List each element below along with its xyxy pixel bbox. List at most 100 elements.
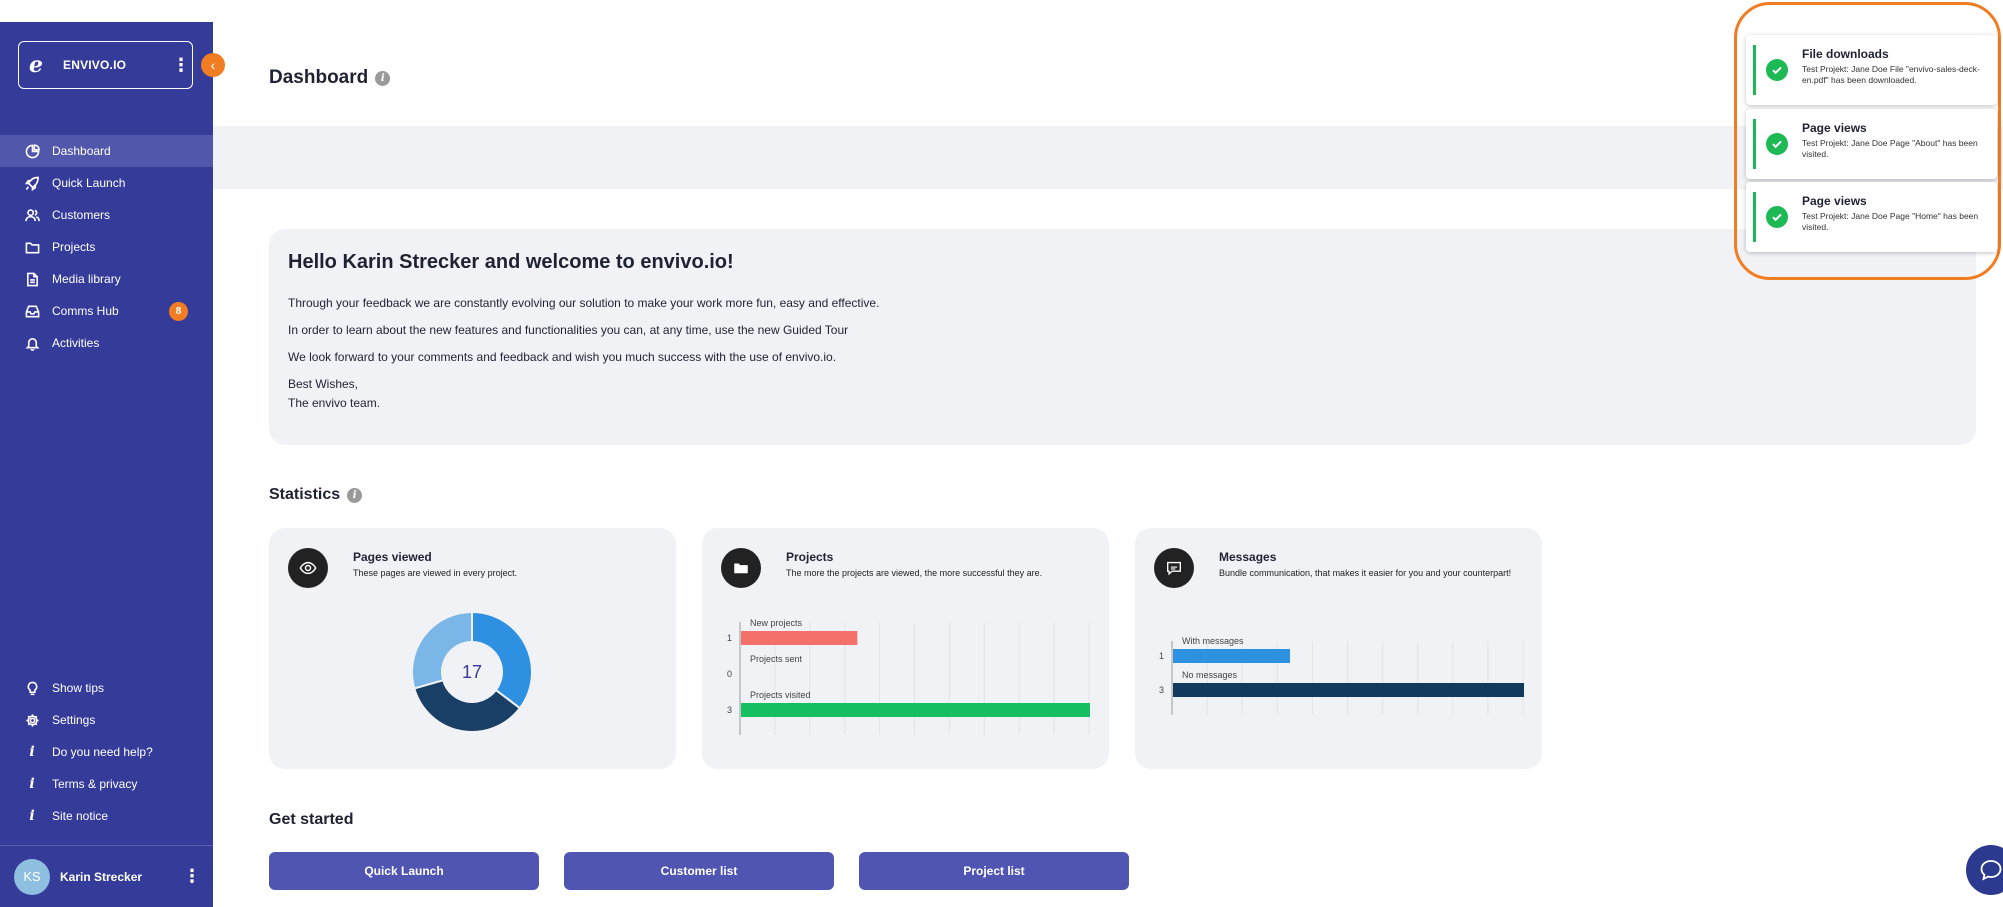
sidebar-item-label: Dashboard — [52, 144, 111, 158]
sidebar: e ENVIVO.IO ⋮ Dashboard Quick Launch Cus… — [0, 22, 213, 907]
lightbulb-icon — [24, 680, 40, 696]
sidebar-item-activities[interactable]: Activities — [0, 327, 213, 359]
notification-title: Page views — [1802, 194, 1867, 208]
sidebar-item-settings[interactable]: Settings — [0, 704, 213, 736]
info-icon[interactable]: i — [375, 70, 391, 86]
bar-value-label: 1 — [1159, 651, 1164, 661]
welcome-text-2: In order to learn about the new features… — [288, 323, 849, 337]
stat-card-messages: Messages Bundle communication, that make… — [1135, 528, 1542, 769]
check-circle-icon — [1766, 59, 1788, 81]
bar-category-label: With messages — [1182, 636, 1244, 646]
bar-value-label: 0 — [727, 669, 732, 679]
get-started-title: Get started — [269, 811, 353, 829]
quick-launch-button[interactable]: Quick Launch — [269, 852, 539, 890]
check-circle-icon — [1766, 133, 1788, 155]
main-nav: Dashboard Quick Launch Customers Project… — [0, 135, 213, 359]
bar-category-label: New projects — [750, 618, 803, 628]
status-bar — [1753, 192, 1756, 242]
sidebar-item-label: Customers — [52, 208, 111, 222]
sidebar-item-label: Terms & privacy — [52, 777, 138, 791]
sidebar-item-customers[interactable]: Customers — [0, 199, 213, 231]
sidebar-item-label: Quick Launch — [52, 176, 126, 190]
sidebar-item-label: Settings — [52, 713, 96, 727]
inbox-icon — [24, 303, 40, 319]
chat-bubble-icon — [1980, 860, 2002, 881]
donut-center-label: 17 — [462, 662, 482, 682]
bar-category-label: No messages — [1182, 670, 1238, 680]
bar-category-label: Projects sent — [750, 654, 803, 664]
welcome-text-3: We look forward to your comments and fee… — [288, 350, 837, 364]
pages-viewed-donut-chart: 17 — [411, 610, 533, 733]
avatar: KS — [14, 858, 50, 895]
rocket-icon — [24, 175, 40, 191]
info-icon: i — [29, 744, 35, 760]
signature-line-1: Best Wishes, — [288, 377, 359, 391]
project-list-button[interactable]: Project list — [859, 852, 1129, 890]
notification-toast[interactable]: Page views Test Projekt: Jane Doe Page "… — [1746, 109, 1997, 179]
notification-toast[interactable]: Page views Test Projekt: Jane Doe Page "… — [1746, 182, 1997, 252]
notification-text: Test Projekt: Jane Doe Page "About" has … — [1802, 138, 1978, 159]
sidebar-item-label: Projects — [52, 240, 96, 254]
chat-widget-button[interactable] — [1966, 845, 2003, 895]
bar — [741, 631, 858, 645]
notification-text: Test Projekt: Jane Doe Page "Home" has b… — [1802, 211, 1979, 232]
sidebar-item-label: Comms Hub — [52, 304, 119, 318]
pie-chart-icon — [24, 143, 40, 159]
user-profile[interactable]: KS Karin Strecker ⋮ — [0, 845, 213, 907]
sidebar-item-label: Show tips — [52, 681, 105, 695]
page-title: Dashboard i — [269, 67, 391, 89]
user-name: Karin Strecker — [60, 869, 143, 884]
stat-card-pages-viewed: Pages viewed These pages are viewed in e… — [269, 528, 676, 769]
bar-category-label: Projects visited — [750, 690, 811, 700]
brand-name: ENVIVO.IO — [63, 58, 127, 72]
sidebar-item-dashboard[interactable]: Dashboard — [0, 135, 213, 167]
bar-value-label: 3 — [727, 705, 732, 715]
statistics-title: Statistics i — [269, 486, 363, 504]
welcome-panel: Hello Karin Strecker and welcome to envi… — [269, 229, 1976, 445]
bell-icon — [24, 335, 40, 351]
sidebar-item-media-library[interactable]: Media library — [0, 263, 213, 295]
check-circle-icon — [1766, 206, 1788, 228]
customer-list-button[interactable]: Customer list — [564, 852, 834, 890]
bar-value-label: 1 — [727, 633, 732, 643]
sidebar-item-comms-hub[interactable]: Comms Hub 8 — [0, 295, 213, 327]
projects-bar-chart: New projects 1 Projects sent 0 Projects visi… — [727, 618, 1090, 735]
statistics-title-text: Statistics — [269, 486, 341, 503]
status-bar — [1753, 119, 1756, 169]
page-title-text: Dashboard — [269, 67, 369, 88]
info-icon: i — [29, 776, 35, 792]
workspace-switcher[interactable]: e ENVIVO.IO ⋮ — [18, 41, 193, 89]
info-icon: i — [29, 808, 35, 824]
gear-icon — [24, 712, 40, 728]
info-icon[interactable]: i — [347, 487, 363, 503]
chevron-left-icon: ‹ — [210, 57, 216, 73]
sidebar-item-show-tips[interactable]: Show tips — [0, 672, 213, 704]
bar — [1173, 683, 1524, 697]
get-started-title-text: Get started — [269, 811, 354, 828]
sidebar-item-help[interactable]: i Do you need help? — [0, 736, 213, 768]
sidebar-item-terms[interactable]: i Terms & privacy — [0, 768, 213, 800]
notification-title: File downloads — [1802, 47, 1889, 61]
welcome-text-1: Through your feedback we are constantly … — [288, 296, 880, 310]
bar — [741, 703, 1090, 717]
brand-logo: e — [29, 52, 43, 78]
sidebar-item-projects[interactable]: Projects — [0, 231, 213, 263]
sidebar-item-site-notice[interactable]: i Site notice — [0, 800, 213, 832]
sidebar-item-label: Site notice — [52, 809, 109, 823]
notification-title: Page views — [1802, 121, 1867, 135]
bar — [1173, 649, 1290, 663]
collapse-sidebar-button[interactable]: ‹ — [201, 53, 225, 77]
secondary-nav: Show tips Settings i Do you need help? i… — [0, 672, 213, 832]
more-vertical-icon[interactable]: ⋮ — [172, 56, 190, 74]
sidebar-item-label: Do you need help? — [52, 745, 153, 759]
folder-icon — [24, 239, 40, 255]
bar-value-label: 3 — [1159, 685, 1164, 695]
status-bar — [1753, 45, 1756, 95]
signature-line-2: The envivo team. — [288, 396, 381, 410]
sidebar-item-quick-launch[interactable]: Quick Launch — [0, 167, 213, 199]
app-root: e ENVIVO.IO ⋮ Dashboard Quick Launch Cus… — [0, 0, 2003, 907]
welcome-title: Hello Karin Strecker and welcome to envi… — [288, 251, 734, 273]
notification-toast[interactable]: File downloads Test Projekt: Jane Doe Fi… — [1746, 35, 1997, 105]
more-vertical-icon[interactable]: ⋮ — [183, 866, 201, 887]
messages-bar-chart: With messages 1 No messages 3 — [1159, 636, 1524, 715]
